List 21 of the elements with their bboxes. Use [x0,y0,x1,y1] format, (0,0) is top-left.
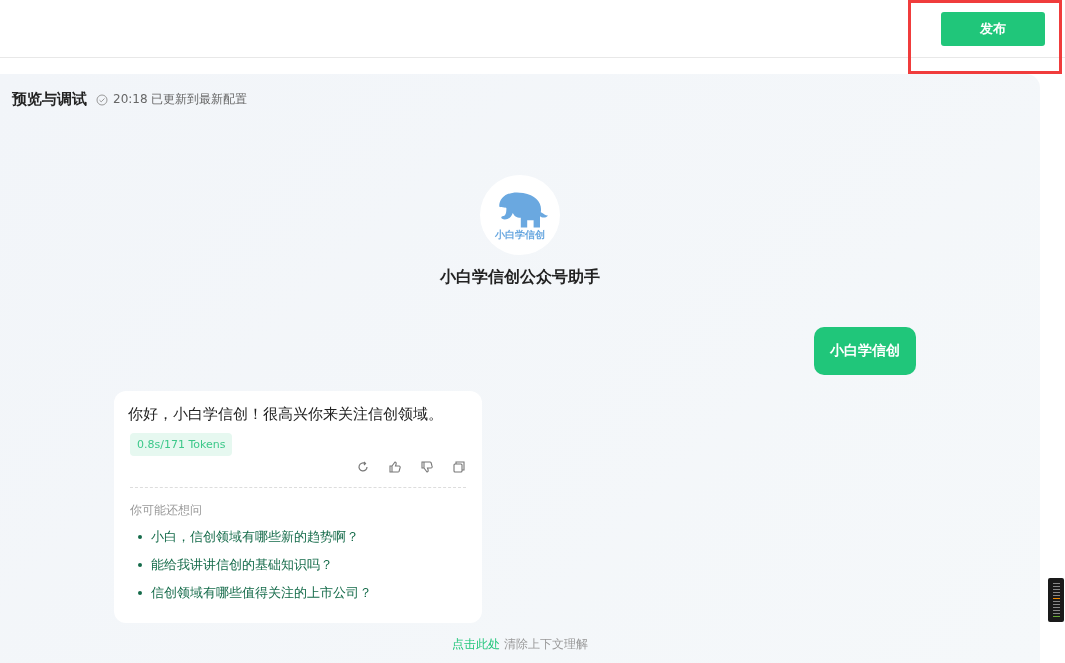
panel-title: 预览与调试 [12,90,87,109]
clear-context-text: 清除上下文理解 [504,636,588,653]
thumbs-up-icon[interactable] [388,460,402,474]
user-message: 小白学信创 [814,327,916,375]
suggestion-link[interactable]: 小白，信创领域有哪些新的趋势啊？ [151,528,359,546]
suggestion-link[interactable]: 信创领域有哪些值得关注的上市公司？ [151,584,372,602]
bot-message-text: 你好，小白学信创！很高兴你来关注信创领域。 [128,405,443,424]
avatar-caption: 小白学信创 [495,228,545,242]
check-circle-icon [96,93,108,106]
bot-name: 小白学信创公众号助手 [440,267,600,288]
copy-icon[interactable] [452,460,466,474]
bullet-icon [138,535,142,539]
level-meter-drawing [1048,578,1064,622]
bullet-icon [138,591,142,595]
token-stats: 0.8s/171 Tokens [130,433,233,456]
refresh-icon[interactable] [356,460,370,474]
thumbs-down-icon[interactable] [420,460,434,474]
status-text: 20:18 已更新到最新配置 [113,91,248,108]
bullet-icon [138,563,142,567]
suggestions-title: 你可能还想问 [130,502,202,519]
suggestion-link[interactable]: 能给我讲讲信创的基础知识吗？ [151,556,333,574]
